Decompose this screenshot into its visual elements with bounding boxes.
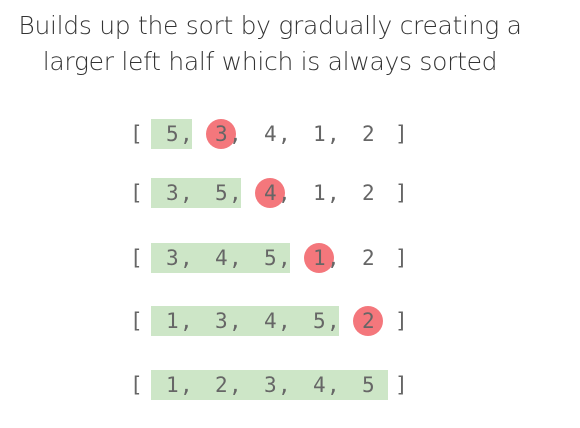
open-bracket: [ [130,181,143,205]
array-value: 5 [264,246,277,270]
array-value: 4 [313,373,326,397]
array-value: 4 [264,122,277,146]
sort-step-row: [3, 5, 4, 1, 2] [130,177,430,213]
close-bracket: ] [395,246,408,270]
array-value: 3 [264,373,277,397]
comma-separator: , [229,246,242,270]
insertion-sort-steps: [5, 3, 4, 1, 2][3, 5, 4, 1, 2][3, 4, 5, 1, 2][1, 3, 4,… [0,0,580,428]
open-bracket: [ [130,373,143,397]
sort-step-row: [1, 2, 3, 4, 5] [130,369,430,405]
comma-separator: , [180,122,193,146]
comma-separator: , [327,373,340,397]
array-value: 5 [215,181,228,205]
array-value: 2 [362,246,375,270]
comma-separator: , [278,122,291,146]
comma-separator: , [327,122,340,146]
sort-step-row: [5, 3, 4, 1, 2] [130,118,430,154]
sort-step-row: [1, 3, 4, 5, 2] [130,305,430,341]
close-bracket: ] [395,373,408,397]
array-value: 1 [313,181,326,205]
sort-step-row: [3, 4, 5, 1, 2] [130,242,430,278]
comma-separator: , [327,309,340,333]
comma-separator: , [327,246,340,270]
array-value: 2 [362,122,375,146]
array-value: 5 [166,122,179,146]
array-value: 4 [215,246,228,270]
array-value: 3 [215,122,228,146]
close-bracket: ] [395,309,408,333]
comma-separator: , [229,309,242,333]
array-value: 2 [362,181,375,205]
comma-separator: , [229,122,242,146]
array-value: 1 [166,309,179,333]
comma-separator: , [180,246,193,270]
comma-separator: , [180,309,193,333]
array-value: 5 [313,309,326,333]
close-bracket: ] [395,181,408,205]
comma-separator: , [278,309,291,333]
array-value: 4 [264,181,277,205]
comma-separator: , [229,181,242,205]
array-value: 3 [215,309,228,333]
comma-separator: , [278,246,291,270]
array-value: 2 [215,373,228,397]
comma-separator: , [278,373,291,397]
open-bracket: [ [130,122,143,146]
array-value: 1 [313,246,326,270]
comma-separator: , [327,181,340,205]
array-value: 3 [166,181,179,205]
comma-separator: , [278,181,291,205]
array-value: 3 [166,246,179,270]
array-value: 2 [362,309,375,333]
open-bracket: [ [130,309,143,333]
open-bracket: [ [130,246,143,270]
array-value: 4 [264,309,277,333]
comma-separator: , [180,181,193,205]
array-value: 1 [313,122,326,146]
array-value: 5 [362,373,375,397]
array-value: 1 [166,373,179,397]
comma-separator: , [229,373,242,397]
close-bracket: ] [395,122,408,146]
comma-separator: , [180,373,193,397]
